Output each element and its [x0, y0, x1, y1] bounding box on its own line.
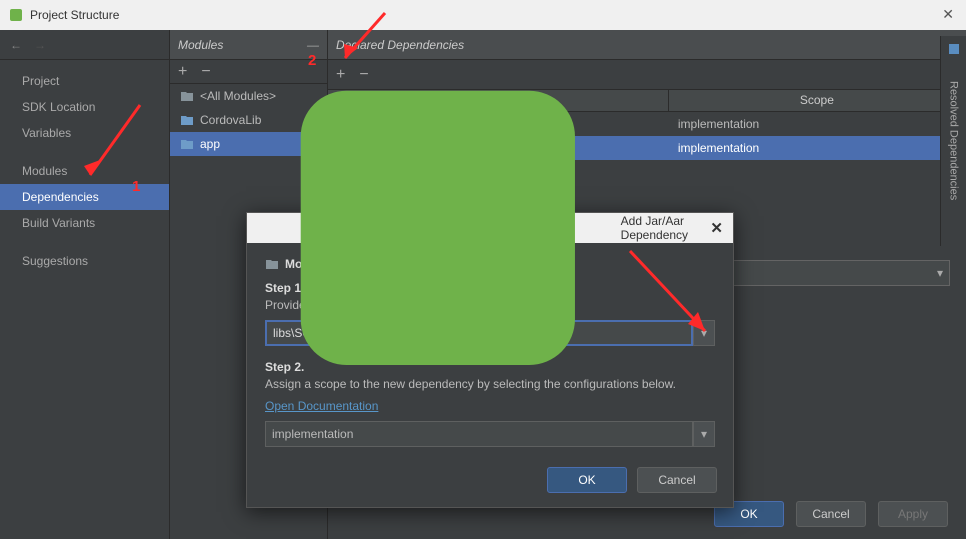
- folder-icon: [180, 89, 194, 103]
- cube-icon: [947, 42, 961, 56]
- folder-icon: [180, 137, 194, 151]
- left-sidebar: ← → Project SDK Location Variables Modul…: [0, 30, 170, 539]
- sidebar-item-project[interactable]: Project: [0, 68, 169, 94]
- scope-dropdown-icon[interactable]: ▾: [693, 421, 715, 447]
- cancel-button[interactable]: Cancel: [796, 501, 866, 527]
- path-dropdown-icon[interactable]: ▾: [693, 320, 715, 346]
- dialog-cancel-button[interactable]: Cancel: [637, 467, 717, 493]
- apply-button[interactable]: Apply: [878, 501, 948, 527]
- scope-select[interactable]: implementation: [265, 421, 693, 447]
- sidebar-item-variables[interactable]: Variables: [0, 120, 169, 146]
- folder-icon: [180, 113, 194, 127]
- close-icon[interactable]: ✕: [710, 219, 723, 237]
- window-titlebar: Project Structure ✕: [0, 0, 966, 30]
- sidebar-item-modules[interactable]: Modules: [0, 158, 169, 184]
- sidebar-item-build-variants[interactable]: Build Variants: [0, 210, 169, 236]
- forward-arrow-icon[interactable]: →: [34, 38, 46, 52]
- dialog-ok-button[interactable]: OK: [547, 467, 627, 493]
- back-arrow-icon[interactable]: ←: [10, 38, 22, 52]
- remove-module-icon[interactable]: −: [201, 63, 210, 81]
- annotation-1: 1: [132, 178, 140, 195]
- sidebar-item-sdk-location[interactable]: SDK Location: [0, 94, 169, 120]
- sidebar-item-suggestions[interactable]: Suggestions: [0, 248, 169, 274]
- window-title: Project Structure: [30, 8, 119, 22]
- dialog-title: Add Jar/Aar Dependency: [621, 214, 725, 242]
- android-studio-icon: [8, 7, 24, 23]
- add-module-icon[interactable]: +: [178, 63, 187, 81]
- col-scope: Scope: [669, 90, 966, 111]
- chevron-down-icon: ▾: [937, 266, 943, 280]
- close-icon[interactable]: ✕: [942, 6, 954, 23]
- android-studio-icon: [255, 45, 621, 411]
- resolved-deps-tab[interactable]: Resolved Dependencies: [940, 36, 966, 246]
- add-jar-dialog: Add Jar/Aar Dependency ✕ Module 'app' St…: [246, 212, 734, 508]
- sidebar-item-dependencies[interactable]: Dependencies: [0, 184, 169, 210]
- modules-title: Modules: [178, 38, 223, 52]
